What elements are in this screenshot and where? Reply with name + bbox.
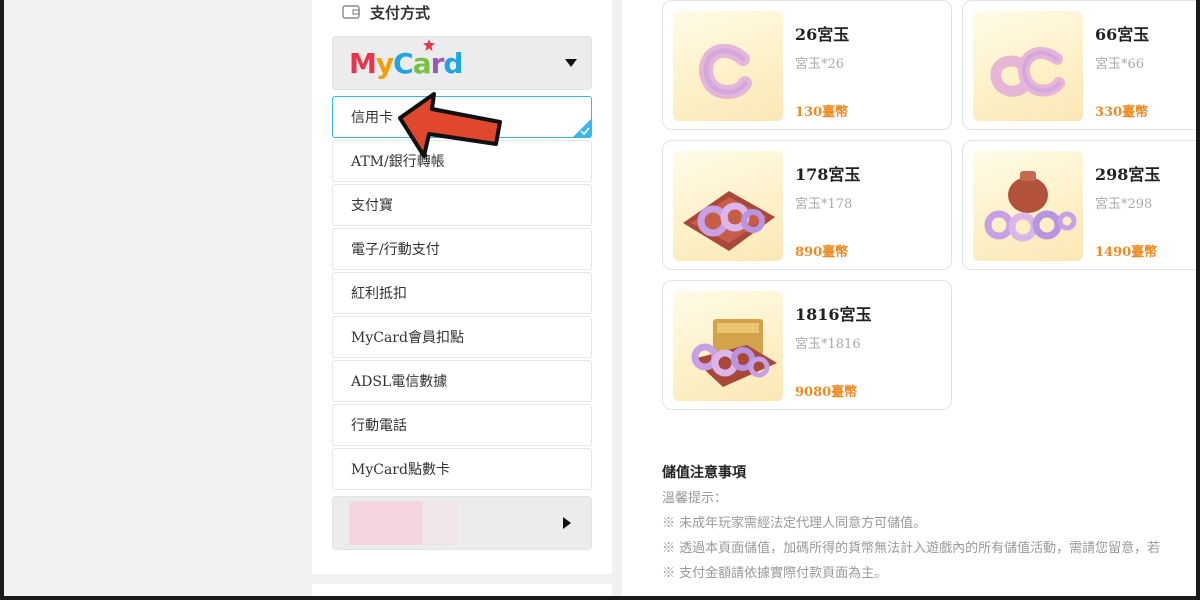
method-mycard-member[interactable]: MyCard會員扣點 — [332, 316, 592, 358]
product-card-178[interactable]: 178宮玉 宮玉*178 890臺幣 — [662, 140, 952, 270]
payment-header: 支付方式 — [342, 0, 430, 24]
product-name: 66宮玉 — [1095, 25, 1150, 44]
product-name: 1816宮玉 — [795, 305, 872, 324]
payment-panel-next-section — [312, 584, 612, 596]
red-arrow-annotation — [398, 92, 502, 158]
product-card-66[interactable]: 66宮玉 宮玉*66 330臺幣 — [962, 0, 1196, 130]
product-price: 330臺幣 — [1095, 105, 1149, 120]
jade-image — [973, 11, 1083, 121]
chevron-right-icon[interactable] — [563, 517, 571, 529]
topup-notes: 儲值注意事項 溫馨提示： ※ 未成年玩家需經法定代理人同意方可儲值。 ※ 透過本… — [662, 462, 1196, 586]
method-e-payment[interactable]: 電子/行動支付 — [332, 228, 592, 270]
product-name: 26宮玉 — [795, 25, 850, 44]
product-sub: 宮玉*66 — [1095, 57, 1145, 72]
method-label: ADSL電信數據 — [351, 374, 448, 390]
method-label: MyCard會員扣點 — [351, 330, 464, 346]
jade-image — [673, 11, 783, 121]
second-provider-row[interactable] — [332, 496, 592, 550]
product-price: 1490臺幣 — [1095, 245, 1158, 260]
method-mycard-points-card[interactable]: MyCard點數卡 — [332, 448, 592, 490]
product-sub: 宮玉*26 — [795, 57, 845, 72]
product-sub: 宮玉*1816 — [795, 337, 861, 352]
jade-image — [673, 151, 783, 261]
method-label: 支付寶 — [351, 198, 393, 214]
jade-chest-icon — [691, 319, 777, 387]
star-icon — [423, 38, 435, 51]
method-alipay[interactable]: 支付寶 — [332, 184, 592, 226]
payment-panel: 支付方式 MyCard 信用卡 ATM/銀行轉帳 支付寶 電子/行動支付 紅利抵… — [312, 0, 612, 574]
payment-header-label: 支付方式 — [370, 3, 431, 22]
product-card-1816[interactable]: 1816宮玉 宮玉*1816 9080臺幣 — [662, 280, 952, 410]
wallet-icon — [342, 5, 360, 19]
provider-dropdown[interactable]: MyCard — [332, 36, 592, 90]
method-bonus-points[interactable]: 紅利抵扣 — [332, 272, 592, 314]
main-panel: 26宮玉 宮玉*26 130臺幣 66宮玉 宮玉*66 330臺幣 178宮玉 … — [622, 0, 1196, 596]
product-name: 178宮玉 — [795, 165, 861, 184]
method-label: 紅利抵扣 — [351, 286, 407, 302]
jade-image — [973, 151, 1083, 261]
product-sub: 宮玉*298 — [1095, 197, 1153, 212]
method-label: MyCard點數卡 — [351, 462, 450, 478]
method-mobile-phone[interactable]: 行動電話 — [332, 404, 592, 446]
jade-icon — [699, 43, 752, 99]
method-label: 行動電話 — [351, 418, 407, 434]
method-label: 信用卡 — [351, 110, 393, 126]
product-card-26[interactable]: 26宮玉 宮玉*26 130臺幣 — [662, 0, 952, 130]
jade-bag-icon — [984, 171, 1077, 242]
product-name: 298宮玉 — [1095, 165, 1161, 184]
product-sub: 宮玉*178 — [795, 197, 853, 212]
jade-tray-icon — [683, 191, 775, 251]
method-label: 電子/行動支付 — [351, 242, 440, 258]
method-adsl-telecom[interactable]: ADSL電信數據 — [332, 360, 592, 402]
jade-image — [673, 291, 783, 401]
product-price: 9080臺幣 — [795, 385, 858, 400]
mycard-logo: MyCard — [349, 38, 463, 80]
product-price: 890臺幣 — [795, 245, 849, 260]
page-frame: 支付方式 MyCard 信用卡 ATM/銀行轉帳 支付寶 電子/行動支付 紅利抵… — [4, 0, 1196, 596]
product-price: 130臺幣 — [795, 105, 849, 120]
notes-title: 儲值注意事項 — [662, 465, 746, 481]
notes-line: ※ 未成年玩家需經法定代理人同意方可儲值。 — [662, 516, 927, 531]
check-icon — [573, 119, 591, 137]
notes-line: ※ 透過本頁面儲值，加碼所得的貨幣無法計入遊戲內的所有儲值活動，需請您留意，若 — [662, 541, 1161, 556]
jade-icon — [990, 47, 1065, 97]
chevron-down-icon[interactable] — [565, 59, 577, 67]
notes-line: ※ 支付金額請依據實際付款頁面為主。 — [662, 566, 888, 581]
product-card-298[interactable]: 298宮玉 宮玉*298 1490臺幣 — [962, 140, 1196, 270]
notes-line: 溫馨提示： — [662, 491, 728, 506]
blurred-provider-logo — [349, 501, 457, 545]
